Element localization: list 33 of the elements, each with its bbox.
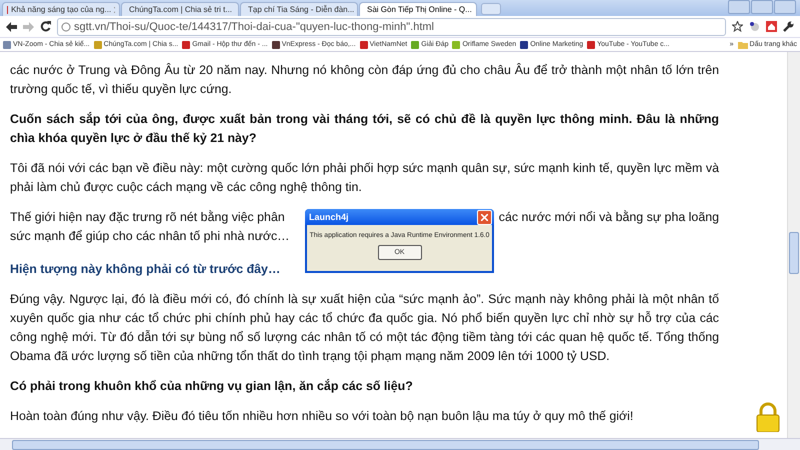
forward-icon[interactable] [23,22,34,32]
home-icon[interactable] [766,21,777,32]
browser-tab[interactable]: Tạp chí Tia Sáng - Diễn đàn... [240,2,358,16]
scrollbar-thumb[interactable] [12,440,759,450]
article-text: các nước mới nổi và bằng sự pha loãng [498,209,719,226]
browser-tab[interactable]: Khả năng sáng tạo của ng... [2,2,120,16]
wrench-icon[interactable] [783,21,794,32]
section-heading: Hiện tượng này không phải có từ trước đây… [10,261,282,278]
horizontal-scrollbar[interactable] [0,438,800,450]
article-paragraph: các nước ở Trung và Đông Âu từ 20 năm nay. Nhưng nó không còn đáp ứng đủ cho châu Âu để trở thành một nhân tố lớn trên trường quốc tế, vì thiếu quyền lực cứng. [10,62,719,98]
article-paragraph: Hoàn toàn đúng như vậy. Điều đó tiêu tốn nhiều hơn nhiều so với toàn bộ nạn buôn lậu ma túy ở quy mô thế giới! [10,408,634,425]
browser-tab[interactable]: Sài Gòn Tiếp Thị Online - Q... [359,2,477,16]
close-button[interactable] [774,0,796,14]
article-paragraph: Tôi đã nói với các bạn về điều này: một cường quốc lớn phải phối hợp sức mạnh quân sự, sức mạnh kinh tế, quyền lực mềm và phải làm chủ được cuộc cách mạng về các công nghệ thông tin. [10,160,719,196]
new-tab-button[interactable] [481,3,501,15]
interview-question: Có phải trong khuôn khổ của những vụ gian lận, ăn cắp các số liệu? [10,378,414,395]
vertical-scrollbar[interactable] [787,52,800,438]
article-paragraph: Đúng vậy. Ngược lại, đó là điều mới có, đó chính là sự xuất hiện của “sức mạnh ảo”. Sức mạnh này không phải là một nhân tố xuyên quốc gia như các tổ chức phi chính phủ hay các tổ chức đa quốc gia. Nó phổ biến quyền lực chỉ nhờ sự hỗ trợ của các công nghệ mới. Từ đó dẫn tới sự bùng nổ số lượng các nhân tố có một tác động tiềm tàng tới các quan hệ quốc tế. Tổng thống Obama đã ước lượng số tiền của những tổn thất do tình trạng tội phạm mạng năm 2009 lên tới 1000 tỷ USD. [10,291,719,365]
browser-tab[interactable]: ChúngTa.com | Chia sẻ tri t... [121,2,239,16]
article-text: Thế giới hiện nay đặc trưng rõ nét bằng việc phân [10,209,285,226]
padlock-icon [756,402,780,432]
back-icon[interactable] [6,22,17,32]
address-bar[interactable]: sgtt.vn/Thoi-su/Quoc-te/144317/Thoi-dai-cua-"quyen-luc-thong-minh".html [57,18,726,36]
article-text: sức mạnh để giúp cho các nhân tố phi nhà nước… [10,228,290,245]
star-icon[interactable] [732,21,743,32]
globe-icon [61,22,71,32]
scrollbar-thumb[interactable] [789,232,799,274]
maximize-button[interactable] [751,0,773,14]
folder-icon [738,40,748,48]
reload-icon[interactable] [40,21,51,32]
dialog-title: Launch4j [309,212,349,222]
minimize-button[interactable] [728,0,750,14]
interview-question: Cuốn sách sắp tới của ông, được xuất bản trong vài tháng tới, sẽ có chủ đề là quyền lực thông minh. Đâu là những chìa khóa quyền lực ở đầu thế kỷ 21 này? [10,111,719,147]
